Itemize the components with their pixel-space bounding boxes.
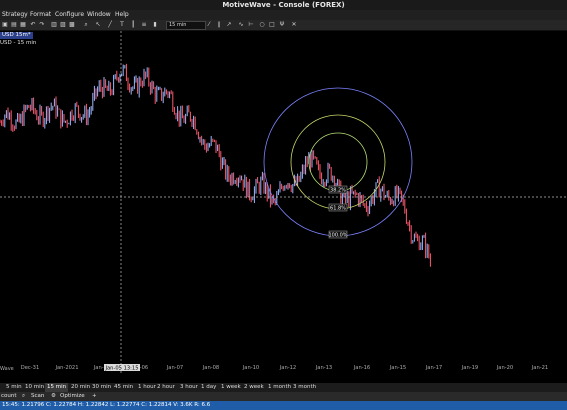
menu-format[interactable]: Format	[30, 10, 51, 20]
x-tick-label: Jan-07	[166, 365, 183, 371]
menu-help[interactable]: Help	[115, 10, 129, 20]
bottom-tabs: count ⌕ Scan ⚙ Optimize +	[0, 392, 567, 401]
delete-icon[interactable]: ✕	[290, 21, 298, 29]
menu-strategy[interactable]: Strategy	[2, 10, 28, 20]
window-title: MotiveWave - Console (FOREX)	[222, 1, 345, 9]
menu-configure[interactable]: Configure	[55, 10, 84, 20]
candle-icon[interactable]: ▮	[151, 21, 159, 29]
crosshair-time-label: Jan-05 13:15	[104, 366, 138, 372]
symbol-label: USD - 15 min	[0, 40, 37, 46]
x-tick-label: Jan-2021	[54, 365, 78, 371]
x-tick-label: Jan-21	[531, 365, 548, 371]
zoom-icon[interactable]: ⌕	[82, 21, 90, 29]
line-icon[interactable]: ╱	[106, 21, 114, 29]
save-icon[interactable]: ▦	[19, 21, 27, 29]
x-tick-label: Jan-08	[202, 365, 219, 371]
measure-icon[interactable]: ⊢	[247, 21, 255, 29]
x-tick-label: Dec-31	[21, 365, 40, 371]
barsize-20min[interactable]: 20 min	[71, 383, 90, 392]
menu-bar: Strategy Format Configure Window Help	[0, 10, 567, 20]
barsize-1week[interactable]: 1 week	[221, 383, 241, 392]
pitchfork-icon[interactable]: Ψ	[278, 21, 286, 29]
title-bar: MotiveWave - Console (FOREX)	[0, 0, 567, 10]
text-icon[interactable]: T	[118, 21, 126, 29]
cursor-icon[interactable]: ↖	[94, 21, 102, 29]
new-icon[interactable]: ▣	[1, 21, 9, 29]
x-tick-label: Jan-20	[496, 365, 513, 371]
watermark: Wave	[0, 366, 14, 372]
barsize-30min[interactable]: 30 min	[92, 383, 111, 392]
tab-optimize[interactable]: Optimize	[60, 392, 85, 401]
bar-size-bar: 5 min 10 min 15 min 20 min 30 min 45 min…	[0, 383, 567, 392]
fib-icon[interactable]: ⁄	[205, 21, 213, 29]
tab-scan[interactable]: Scan	[31, 392, 44, 401]
tab-count[interactable]: count	[1, 392, 17, 401]
magnifier-icon: ⌕	[22, 393, 26, 399]
barsize-2week[interactable]: 2 week	[244, 383, 264, 392]
candle-series	[0, 63, 431, 267]
fib-label: 38.2%	[330, 188, 346, 194]
fib-circle-100	[263, 87, 413, 237]
x-tick-label: Jan-15	[389, 365, 406, 371]
barsize-15min[interactable]: 15 min	[45, 383, 69, 392]
barsize-5min[interactable]: 5 min	[6, 383, 22, 392]
x-tick-label: Jan-10	[242, 365, 259, 371]
barsize-2hour[interactable]: 2 hour	[157, 383, 175, 392]
barsize-10min[interactable]: 10 min	[25, 383, 44, 392]
price-chart[interactable]: 38.2%61.8%100.0%Dec-31 Jan-2021 Jan-05 Jan-…	[0, 31, 567, 374]
status-bar: 15:45: 1.21796 C: 1.22784 H: 1.22842 L: …	[0, 401, 567, 410]
undo-icon[interactable]: ↶	[29, 21, 37, 29]
bar-type-icon[interactable]: ┃	[129, 21, 137, 29]
x-tick-label: Jan-17	[425, 365, 442, 371]
add-tab-button[interactable]: +	[92, 392, 97, 401]
indicator-icon[interactable]: ≡	[140, 21, 148, 29]
x-tick-label: Jan-12	[279, 365, 296, 371]
wave-icon[interactable]: ∿	[237, 21, 245, 29]
barsize-1hour[interactable]: 1 hour	[138, 383, 156, 392]
x-tick-label: Jan-19	[461, 365, 478, 371]
x-tick-label: Jan-13	[315, 365, 332, 371]
chart-icon[interactable]: ▥	[50, 21, 58, 29]
open-icon[interactable]: ▤	[10, 21, 18, 29]
channel-icon[interactable]: ∥	[215, 21, 223, 29]
gear-icon: ⚙	[51, 393, 56, 399]
menu-window[interactable]: Window	[87, 10, 111, 20]
grid-icon[interactable]: ▩	[68, 21, 76, 29]
rect-icon[interactable]: □	[268, 21, 276, 29]
barsize-1day[interactable]: 1 day	[201, 383, 216, 392]
barsize-45min[interactable]: 45 min	[114, 383, 133, 392]
arrow-icon[interactable]: ↗	[225, 21, 233, 29]
barsize-3month[interactable]: 3 month	[293, 383, 316, 392]
fib-label: 61.8%	[330, 206, 346, 212]
fib-label: 100.0%	[328, 233, 347, 239]
toolbar: ▣ ▤ ▦ ↶ ↷ ▥ ▨ ▩ ⌕ ↖ ╱ T ┃ ≡ ▮ 15 min ⁄ ∥…	[0, 20, 567, 31]
x-tick-label: Jan-16	[353, 365, 370, 371]
barsize-3hour[interactable]: 3 hour	[180, 383, 198, 392]
barsize-1month[interactable]: 1 month	[268, 383, 291, 392]
bar-size-select[interactable]: 15 min	[166, 21, 206, 30]
print-icon[interactable]: ▨	[59, 21, 67, 29]
chart-area[interactable]: 38.2% 61.8% 100.0% Dec-31 Jan-2021 Jan-05 Jan-…	[0, 31, 567, 374]
ellipse-icon[interactable]: ○	[258, 21, 266, 29]
redo-icon[interactable]: ↷	[38, 21, 46, 29]
chart-tab[interactable]: USD 15m*	[0, 32, 33, 39]
